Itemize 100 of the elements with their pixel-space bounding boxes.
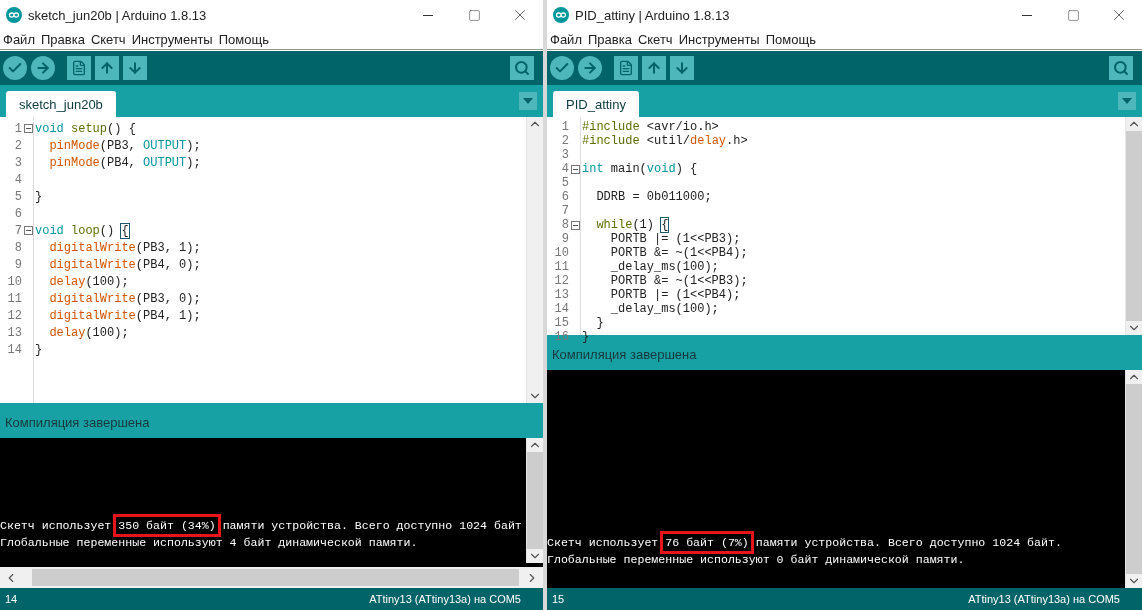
code-line: while(1) { — [595, 218, 669, 232]
line-number: 4 — [13, 172, 22, 187]
code-line: PORTB |= (1<<PB4); — [609, 288, 741, 302]
board-port-info: ATtiny13 (ATtiny13a) на COM5 — [369, 593, 521, 605]
document-icon — [618, 60, 634, 76]
line-number: 14 — [6, 342, 22, 357]
open-button[interactable] — [642, 56, 666, 80]
line-number: 9 — [13, 257, 22, 272]
tab-menu-button[interactable] — [519, 92, 537, 110]
maximize-icon — [467, 8, 481, 22]
code-line: } — [35, 342, 43, 357]
code-line: #include <avr/io.h> — [582, 120, 719, 134]
line-number: 9 — [560, 232, 569, 246]
line-number: 4 — [560, 162, 569, 176]
arrow-down-icon — [127, 60, 143, 76]
fold-icon[interactable] — [24, 226, 33, 235]
line-number: 13 — [553, 288, 569, 302]
save-button[interactable] — [670, 56, 694, 80]
code-line: } — [35, 189, 43, 204]
fold-icon[interactable] — [24, 124, 33, 133]
console-scrollbar[interactable] — [526, 438, 543, 563]
window-title: sketch_jun20b | Arduino 1.8.13 — [28, 7, 208, 23]
line-number: 12 — [553, 274, 569, 288]
code-line: digitalWrite(PB4, 0); — [48, 257, 201, 272]
menu-item[interactable]: Файл — [0, 32, 38, 47]
code-line: PORTB &= ~(1<<PB3); — [609, 274, 748, 288]
caret-icon — [523, 98, 533, 104]
code-line: PORTB |= (1<<PB3); — [609, 232, 741, 246]
verify-button[interactable] — [3, 56, 27, 80]
upload-button[interactable] — [31, 56, 55, 80]
code-line: _delay_ms(100); — [609, 260, 719, 274]
code-line: digitalWrite(PB4, 1); — [48, 308, 201, 323]
code-line: DDRB = 0b011000; — [595, 190, 712, 204]
console-line: Скетч использует 350 байт (34%) памяти устройства. Всего доступно 1024 байт — [0, 517, 526, 534]
line-number: 12 — [6, 308, 22, 323]
new-sketch-button[interactable] — [614, 56, 638, 80]
verify-button[interactable] — [550, 56, 574, 80]
save-button[interactable] — [123, 56, 147, 80]
code-line: void loop() { — [35, 223, 129, 238]
status-message: Компиляция завершена — [5, 414, 150, 430]
menu-item[interactable]: Правка — [37, 32, 88, 47]
serial-monitor-button[interactable] — [510, 56, 534, 80]
fold-icon[interactable] — [571, 220, 580, 230]
fold-icon[interactable] — [571, 164, 580, 174]
arrow-up-icon — [646, 60, 662, 76]
line-number: 8 — [560, 218, 569, 232]
new-sketch-button[interactable] — [67, 56, 91, 80]
line-number: 6 — [13, 206, 22, 221]
line-number: 15 — [553, 316, 569, 330]
menu-item[interactable]: Помощь — [215, 32, 272, 47]
minimize-icon — [423, 14, 433, 16]
horizontal-scrollbar[interactable] — [0, 563, 543, 588]
line-number: 11 — [553, 260, 569, 274]
code-line: delay(100); — [48, 274, 129, 289]
menu-item[interactable]: Скетч — [634, 32, 676, 47]
arrow-down-icon — [674, 60, 690, 76]
cursor-line-number: 14 — [5, 593, 18, 605]
line-number: 11 — [6, 291, 22, 306]
upload-button[interactable] — [578, 56, 602, 80]
menu-item[interactable]: Скетч — [87, 32, 129, 47]
line-number: 1 — [560, 120, 569, 134]
vertical-scrollbar[interactable] — [1125, 117, 1142, 335]
window-title: PID_attiny | Arduino 1.8.13 — [575, 7, 731, 23]
line-number: 13 — [6, 325, 22, 340]
magnifier-icon — [1113, 60, 1129, 76]
code-line: void setup() { — [35, 121, 136, 136]
vertical-scrollbar[interactable] — [526, 117, 543, 403]
console-line: Глобальные переменные используют 0 байт динамической памяти. — [547, 552, 966, 568]
code-line: _delay_ms(100); — [609, 302, 719, 316]
line-number: 8 — [13, 240, 22, 255]
code-line: pinMode(PB3, OUTPUT); — [48, 138, 201, 153]
line-number: 2 — [560, 134, 569, 148]
menu-item[interactable]: Инструменты — [675, 32, 763, 47]
code-line: } — [595, 316, 604, 330]
line-number: 10 — [553, 246, 569, 260]
line-number: 7 — [560, 204, 569, 218]
cursor-line-number: 15 — [552, 593, 565, 605]
code-line: } — [582, 330, 590, 344]
code-line: pinMode(PB4, OUTPUT); — [48, 155, 201, 170]
line-number: 5 — [13, 189, 22, 204]
menu-item[interactable]: Помощь — [762, 32, 819, 47]
menu-item[interactable]: Правка — [584, 32, 635, 47]
line-number: 10 — [6, 274, 22, 289]
board-port-info: ATtiny13 (ATtiny13a) на COM5 — [968, 593, 1120, 605]
file-tab[interactable]: sketch_jun20b — [6, 91, 116, 117]
console-scrollbar[interactable] — [1125, 370, 1142, 588]
line-number: 14 — [553, 302, 569, 316]
open-button[interactable] — [95, 56, 119, 80]
serial-monitor-button[interactable] — [1109, 56, 1133, 80]
file-tab[interactable]: PID_attiny — [553, 91, 639, 117]
line-number: 6 — [560, 190, 569, 204]
line-number: 7 — [13, 223, 22, 238]
status-message: Компиляция завершена — [552, 346, 697, 362]
code-line: digitalWrite(PB3, 1); — [48, 240, 201, 255]
line-number: 5 — [560, 176, 569, 190]
tab-menu-button[interactable] — [1118, 92, 1136, 110]
menu-item[interactable]: Файл — [547, 32, 585, 47]
line-number: 3 — [13, 155, 22, 170]
menu-item[interactable]: Инструменты — [128, 32, 216, 47]
app-logo-icon — [553, 7, 569, 23]
